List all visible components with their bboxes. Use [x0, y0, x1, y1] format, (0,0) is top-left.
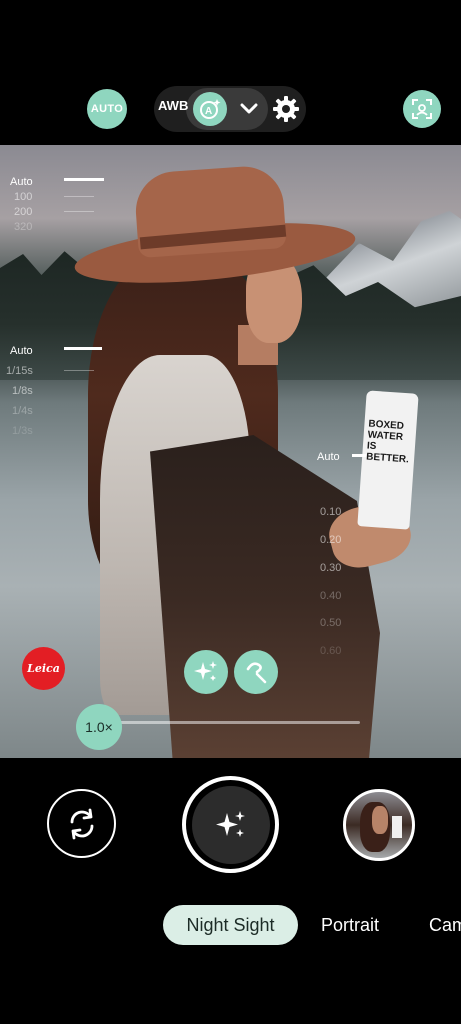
thumb-face [372, 806, 388, 834]
top-bar: AUTO AWB A [0, 0, 461, 145]
focus-value[interactable]: 0.10 [320, 506, 341, 518]
iso-tick [64, 196, 94, 197]
shutter-button[interactable] [182, 776, 279, 873]
auto-ai-icon: A [200, 99, 221, 119]
scene-water-carton: BOXED WATER IS BETTER. [357, 390, 419, 530]
focus-value[interactable]: 0.40 [320, 590, 341, 602]
viewfinder[interactable]: BOXED WATER IS BETTER. Auto 100 200 320 … [0, 145, 461, 758]
thumb-carton [392, 816, 402, 838]
retouch-button[interactable] [234, 650, 278, 694]
shutter-speed-value[interactable]: 1/3s [12, 425, 33, 437]
shutter-inner [191, 785, 270, 864]
svg-text:A: A [205, 106, 212, 117]
iso-tick [64, 211, 94, 212]
sparkle-icon [194, 661, 217, 681]
mode-tab-camera[interactable]: Cam [429, 905, 461, 945]
focus-selected-label[interactable]: Auto [317, 451, 340, 463]
shutter-speed-selected-label[interactable]: Auto [10, 345, 33, 357]
awb-button[interactable]: AWB [158, 98, 188, 113]
mode-tab-portrait[interactable]: Portrait [321, 905, 379, 945]
night-sight-sparkle-icon [215, 810, 245, 837]
auto-mode-button[interactable]: AUTO [87, 89, 127, 129]
zoom-slider-knob[interactable]: 1.0× [76, 704, 122, 750]
focus-value[interactable]: 0.20 [320, 534, 341, 546]
iso-selected-label[interactable]: Auto [10, 176, 33, 188]
shutter-speed-tick [64, 370, 94, 371]
iso-selected-tick [64, 178, 104, 181]
focus-selected-tick [352, 454, 366, 457]
focus-value[interactable]: 0.30 [320, 562, 341, 574]
carton-text-line: BETTER. [365, 451, 410, 466]
shutter-speed-value[interactable]: 1/15s [6, 365, 33, 377]
auto-ai-button[interactable]: A [193, 92, 227, 126]
retouch-icon [246, 662, 267, 684]
zoom-slider-track[interactable] [110, 721, 360, 724]
focus-value[interactable]: 0.50 [320, 617, 341, 629]
iso-value[interactable]: 100 [14, 191, 32, 203]
shutter-speed-value[interactable]: 1/4s [12, 405, 33, 417]
focus-value[interactable]: 0.60 [320, 645, 341, 657]
sparkle-effect-button[interactable] [184, 650, 228, 694]
chevron-down-icon[interactable] [238, 99, 260, 119]
scan-icon [412, 99, 432, 119]
iso-value[interactable]: 200 [14, 206, 32, 218]
shutter-speed-value[interactable]: 1/8s [12, 385, 33, 397]
switch-camera-icon [70, 808, 93, 839]
switch-camera-button[interactable] [47, 789, 116, 858]
scene-poncho [150, 435, 380, 758]
mode-tab-night-sight[interactable]: Night Sight [163, 905, 298, 945]
scan-button[interactable] [403, 90, 441, 128]
gallery-thumbnail[interactable] [343, 789, 415, 861]
shutter-speed-selected-tick [64, 347, 102, 350]
leica-logo-button[interactable]: Leica [22, 647, 65, 690]
gear-icon[interactable] [271, 94, 301, 124]
iso-value[interactable]: 320 [14, 221, 32, 233]
